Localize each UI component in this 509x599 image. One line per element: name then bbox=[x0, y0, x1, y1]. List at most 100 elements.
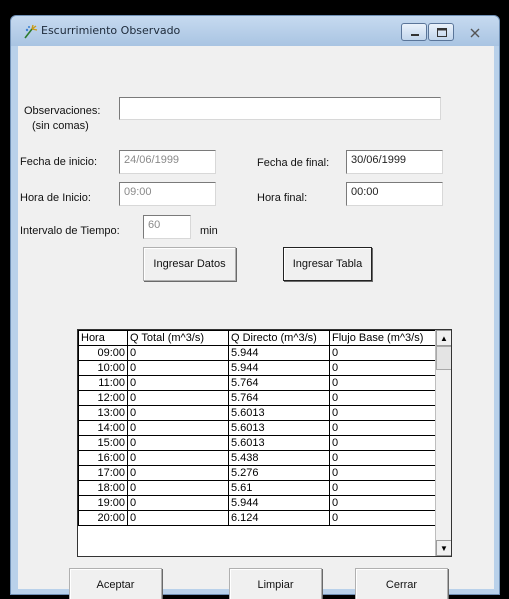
table-cell[interactable]: 09:00 bbox=[78, 345, 128, 361]
table-cell[interactable]: 5.61 bbox=[228, 480, 330, 496]
table-cell[interactable]: 17:00 bbox=[78, 465, 128, 481]
limpiar-button[interactable]: Limpiar bbox=[229, 568, 322, 599]
minimize-button[interactable] bbox=[401, 23, 427, 41]
table-row[interactable]: 20:00 0 6.124 0 bbox=[78, 510, 437, 526]
dialog-body: Observaciones: (sin comas) Fecha de inic… bbox=[18, 46, 494, 599]
column-header-hora: Hora bbox=[78, 330, 128, 346]
table-cell[interactable]: 13:00 bbox=[78, 405, 128, 421]
table-cell[interactable]: 0 bbox=[127, 375, 229, 391]
table-row[interactable]: 15:00 0 5.6013 0 bbox=[78, 435, 437, 451]
table-cell[interactable]: 0 bbox=[127, 405, 229, 421]
hora-final-label: Hora final: bbox=[257, 192, 308, 204]
table-row[interactable]: 14:00 0 5.6013 0 bbox=[78, 420, 437, 436]
title-bar[interactable]: Escurrimiento Observado bbox=[11, 16, 499, 46]
table-cell[interactable]: 0 bbox=[127, 480, 229, 496]
intervalo-input[interactable]: 60 bbox=[143, 215, 191, 239]
table-cell[interactable]: 20:00 bbox=[78, 510, 128, 526]
rainfall-app-icon bbox=[23, 24, 39, 40]
table-cell[interactable]: 18:00 bbox=[78, 480, 128, 496]
table-cell[interactable]: 0 bbox=[127, 420, 229, 436]
column-header-q-directo: Q Directo (m^3/s) bbox=[228, 330, 330, 346]
table-cell[interactable]: 0 bbox=[329, 435, 437, 451]
table-cell[interactable]: 5.438 bbox=[228, 450, 330, 466]
observaciones-input[interactable] bbox=[119, 97, 441, 120]
intervalo-label: Intervalo de Tiempo: bbox=[20, 225, 120, 237]
hora-inicio-input[interactable]: 09:00 bbox=[119, 182, 216, 206]
fecha-final-input[interactable]: 30/06/1999 bbox=[346, 150, 443, 174]
table-row[interactable]: 19:00 0 5.944 0 bbox=[78, 495, 437, 511]
table-cell[interactable]: 0 bbox=[127, 360, 229, 376]
table-cell[interactable]: 15:00 bbox=[78, 435, 128, 451]
table-cell[interactable]: 0 bbox=[127, 465, 229, 481]
table-cell[interactable]: 0 bbox=[329, 345, 437, 361]
hora-inicio-label: Hora de Inicio: bbox=[20, 192, 91, 204]
column-header-q-total: Q Total (m^3/s) bbox=[127, 330, 229, 346]
table-body: 09:00 0 5.944 0 10:00 0 5.944 0 11:00 0 5.764 0 12:0… bbox=[78, 345, 437, 526]
close-button[interactable] bbox=[459, 23, 489, 41]
table-cell[interactable]: 5.944 bbox=[228, 360, 330, 376]
hydrograph-table: Hora Q Total (m^3/s) Q Directo (m^3/s) F… bbox=[78, 330, 437, 526]
table-cell[interactable]: 5.944 bbox=[228, 345, 330, 361]
table-cell[interactable]: 0 bbox=[127, 435, 229, 451]
close-icon bbox=[470, 28, 480, 38]
table-cell[interactable]: 5.6013 bbox=[228, 405, 330, 421]
table-row[interactable]: 12:00 0 5.764 0 bbox=[78, 390, 437, 406]
table-cell[interactable]: 0 bbox=[127, 345, 229, 361]
scroll-down-arrow-icon[interactable]: ▼ bbox=[436, 540, 451, 556]
table-cell[interactable]: 5.6013 bbox=[228, 420, 330, 436]
table-cell[interactable]: 0 bbox=[127, 495, 229, 511]
table-cell[interactable]: 0 bbox=[127, 450, 229, 466]
table-row[interactable]: 10:00 0 5.944 0 bbox=[78, 360, 437, 376]
table-cell[interactable]: 0 bbox=[329, 360, 437, 376]
table-cell[interactable]: 19:00 bbox=[78, 495, 128, 511]
ingresar-tabla-button[interactable]: Ingresar Tabla bbox=[283, 247, 372, 281]
fecha-final-label: Fecha de final: bbox=[257, 157, 330, 169]
data-grid[interactable]: Hora Q Total (m^3/s) Q Directo (m^3/s) F… bbox=[77, 329, 452, 557]
aceptar-button[interactable]: Aceptar bbox=[69, 568, 162, 599]
intervalo-unit: min bbox=[200, 225, 218, 237]
maximize-button[interactable] bbox=[428, 23, 454, 41]
table-cell[interactable]: 0 bbox=[329, 405, 437, 421]
table-cell[interactable]: 5.6013 bbox=[228, 435, 330, 451]
table-cell[interactable]: 0 bbox=[127, 390, 229, 406]
minimize-icon bbox=[411, 34, 419, 36]
table-cell[interactable]: 0 bbox=[329, 420, 437, 436]
table-cell[interactable]: 0 bbox=[329, 495, 437, 511]
scroll-up-arrow-icon[interactable]: ▲ bbox=[436, 330, 451, 346]
table-row[interactable]: 11:00 0 5.764 0 bbox=[78, 375, 437, 391]
column-header-flujo-base: Flujo Base (m^3/s) bbox=[329, 330, 437, 346]
table-cell[interactable]: 10:00 bbox=[78, 360, 128, 376]
table-cell[interactable]: 0 bbox=[329, 450, 437, 466]
table-cell[interactable]: 12:00 bbox=[78, 390, 128, 406]
table-cell[interactable]: 11:00 bbox=[78, 375, 128, 391]
vertical-scrollbar[interactable]: ▲ ▼ bbox=[435, 330, 451, 556]
table-cell[interactable]: 5.764 bbox=[228, 375, 330, 391]
table-cell[interactable]: 5.944 bbox=[228, 495, 330, 511]
table-cell[interactable]: 0 bbox=[329, 375, 437, 391]
table-row[interactable]: 16:00 0 5.438 0 bbox=[78, 450, 437, 466]
table-cell[interactable]: 5.276 bbox=[228, 465, 330, 481]
maximize-icon bbox=[437, 28, 447, 37]
table-row[interactable]: 13:00 0 5.6013 0 bbox=[78, 405, 437, 421]
table-row[interactable]: 18:00 0 5.61 0 bbox=[78, 480, 437, 496]
table-row[interactable]: 09:00 0 5.944 0 bbox=[78, 345, 437, 361]
table-cell[interactable]: 0 bbox=[329, 390, 437, 406]
observaciones-label: Observaciones: bbox=[24, 105, 101, 117]
table-cell[interactable]: 5.764 bbox=[228, 390, 330, 406]
scroll-thumb[interactable] bbox=[436, 346, 451, 370]
table-row[interactable]: 17:00 0 5.276 0 bbox=[78, 465, 437, 481]
cerrar-button[interactable]: Cerrar bbox=[355, 568, 448, 599]
table-cell[interactable]: 0 bbox=[127, 510, 229, 526]
table-cell[interactable]: 14:00 bbox=[78, 420, 128, 436]
ingresar-datos-button[interactable]: Ingresar Datos bbox=[143, 247, 236, 281]
observaciones-hint: (sin comas) bbox=[32, 120, 89, 132]
fecha-inicio-label: Fecha de inicio: bbox=[20, 156, 98, 168]
hora-final-input[interactable]: 00:00 bbox=[346, 182, 443, 206]
table-cell[interactable]: 0 bbox=[329, 465, 437, 481]
app-window: Escurrimiento Observado Observaciones: (… bbox=[10, 15, 500, 599]
table-cell[interactable]: 6.124 bbox=[228, 510, 330, 526]
fecha-inicio-input[interactable]: 24/06/1999 bbox=[119, 150, 216, 174]
table-cell[interactable]: 16:00 bbox=[78, 450, 128, 466]
table-cell[interactable]: 0 bbox=[329, 510, 437, 526]
table-cell[interactable]: 0 bbox=[329, 480, 437, 496]
